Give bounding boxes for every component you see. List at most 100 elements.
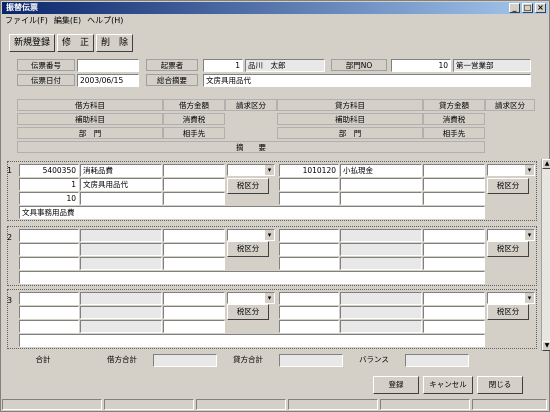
title-bar: 振替伝票 _ □ × xyxy=(2,2,548,14)
menu-bar: ファイル(F) 編集(E) ヘルプ(H) xyxy=(2,14,548,28)
debit-amount-input[interactable] xyxy=(163,292,225,305)
credit-amount-input[interactable] xyxy=(423,292,485,305)
memo-input[interactable] xyxy=(19,334,485,347)
debit-sub-code-input[interactable] xyxy=(19,306,79,319)
debit-sub-code-input[interactable] xyxy=(19,243,79,256)
billing-select[interactable] xyxy=(227,292,275,304)
billing2-select[interactable] xyxy=(487,229,535,241)
register-button[interactable]: 登録 xyxy=(373,376,419,394)
summary-label: 総合摘要 xyxy=(146,74,198,86)
col-dept2: 部 門 xyxy=(277,127,423,139)
row-number: 1 xyxy=(7,166,13,175)
minimize-button[interactable]: _ xyxy=(509,3,520,13)
col-dept1: 部 門 xyxy=(17,127,163,139)
tax-category-button[interactable]: 税区分 xyxy=(227,178,269,194)
tax2-input[interactable] xyxy=(423,243,485,256)
debit-code-input[interactable] xyxy=(19,292,79,305)
tax1-input[interactable] xyxy=(163,243,225,256)
credit-dept-input[interactable] xyxy=(279,257,339,270)
debit-code-input[interactable]: 5400350 xyxy=(19,164,79,177)
col-credit-sub: 補助科目 xyxy=(277,113,423,125)
credit-amount-input[interactable] xyxy=(423,164,485,177)
scroll-up-icon[interactable]: ▲ xyxy=(542,159,550,169)
tax-category-button-2[interactable]: 税区分 xyxy=(487,178,529,194)
col-tax1: 消費税 xyxy=(163,113,225,125)
menu-help[interactable]: ヘルプ(H) xyxy=(84,14,126,28)
credit-dept-name xyxy=(340,192,422,205)
credit-dept-name xyxy=(340,320,422,333)
credit-code-input[interactable] xyxy=(279,292,339,305)
balance-value xyxy=(405,354,469,367)
tax1-input[interactable] xyxy=(163,178,225,191)
status-pane xyxy=(2,399,102,410)
partner2-input[interactable] xyxy=(423,320,485,333)
billing2-select[interactable] xyxy=(487,292,535,304)
app-window: 振替伝票 _ □ × ファイル(F) 編集(E) ヘルプ(H) 新規登録 修 正 削… xyxy=(0,0,550,412)
billing-select[interactable] xyxy=(227,164,275,176)
memo-input[interactable] xyxy=(19,271,485,284)
total-label: 合計 xyxy=(17,354,69,366)
credit-sub-code-input[interactable] xyxy=(279,178,339,191)
partner2-input[interactable] xyxy=(423,192,485,205)
credit-amount-input[interactable] xyxy=(423,229,485,242)
cancel-button[interactable]: キャンセル xyxy=(423,376,473,394)
tax2-input[interactable] xyxy=(423,178,485,191)
scroll-down-icon[interactable]: ▼ xyxy=(542,341,550,351)
drafter-id-input[interactable]: 1 xyxy=(203,59,243,72)
maximize-button[interactable]: □ xyxy=(522,3,533,13)
credit-name xyxy=(340,229,422,242)
credit-total-value xyxy=(279,354,343,367)
summary-input[interactable]: 文房具用品代 xyxy=(203,74,531,87)
credit-dept-input[interactable] xyxy=(279,320,339,333)
balance-label: バランス xyxy=(343,354,405,366)
menu-file[interactable]: ファイル(F) xyxy=(2,14,51,28)
partner1-input[interactable] xyxy=(163,192,225,205)
credit-dept-name xyxy=(340,257,422,270)
credit-sub-code-input[interactable] xyxy=(279,306,339,319)
debit-sub-code-input[interactable]: 1 xyxy=(19,178,79,191)
memo-input[interactable]: 文具事務用品費 xyxy=(19,206,485,219)
credit-sub-code-input[interactable] xyxy=(279,243,339,256)
partner1-input[interactable] xyxy=(163,320,225,333)
partner1-input[interactable] xyxy=(163,257,225,270)
credit-dept-input[interactable] xyxy=(279,192,339,205)
tax2-input[interactable] xyxy=(423,306,485,319)
status-pane xyxy=(288,399,378,410)
tax-category-button-2[interactable]: 税区分 xyxy=(487,241,529,257)
tax-category-button-2[interactable]: 税区分 xyxy=(487,304,529,320)
partner2-input[interactable] xyxy=(423,257,485,270)
status-pane xyxy=(196,399,286,410)
edit-button[interactable]: 修 正 xyxy=(57,34,95,52)
credit-code-input[interactable] xyxy=(279,229,339,242)
tax-category-button[interactable]: 税区分 xyxy=(227,304,269,320)
debit-code-input[interactable] xyxy=(19,229,79,242)
col-tax2: 消費税 xyxy=(423,113,485,125)
debit-name: 消耗品費 xyxy=(80,164,162,177)
credit-sub-name xyxy=(340,306,422,319)
billing2-select[interactable] xyxy=(487,164,535,176)
slip-no-input[interactable] xyxy=(77,59,139,72)
debit-amount-input[interactable] xyxy=(163,164,225,177)
drafter-label: 起票者 xyxy=(146,59,198,71)
credit-name xyxy=(340,292,422,305)
tax1-input[interactable] xyxy=(163,306,225,319)
col-debit-sub: 補助科目 xyxy=(17,113,163,125)
tax-category-button[interactable]: 税区分 xyxy=(227,241,269,257)
new-button[interactable]: 新規登録 xyxy=(9,34,56,52)
close-window-button[interactable]: × xyxy=(535,3,546,13)
date-input[interactable]: 2003/06/15 xyxy=(77,74,139,87)
billing-select[interactable] xyxy=(227,229,275,241)
scrollbar[interactable]: ▲ ▼ xyxy=(541,159,550,351)
close-button[interactable]: 閉じる xyxy=(477,376,523,394)
credit-name: 小払現金 xyxy=(340,164,422,177)
debit-dept-input[interactable] xyxy=(19,257,79,270)
debit-amount-input[interactable] xyxy=(163,229,225,242)
delete-button[interactable]: 削 除 xyxy=(96,34,134,52)
debit-dept-input[interactable]: 10 xyxy=(19,192,79,205)
menu-edit[interactable]: 編集(E) xyxy=(51,14,84,28)
credit-code-input[interactable]: 1010120 xyxy=(279,164,339,177)
debit-dept-input[interactable] xyxy=(19,320,79,333)
col-partner1: 相手先 xyxy=(163,127,225,139)
dept-no-input[interactable]: 10 xyxy=(391,59,451,72)
status-pane xyxy=(380,399,470,410)
